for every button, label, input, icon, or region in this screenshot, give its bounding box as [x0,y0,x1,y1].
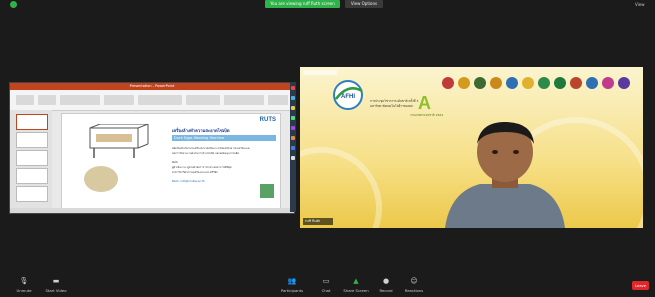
unmute-label: Unmute [16,288,32,293]
start-video-label: Start Video [45,288,67,293]
partner-logo [554,77,566,89]
duck-eggs-photo [84,166,118,192]
view-options-button[interactable]: View Options [345,0,383,8]
partner-logo [602,77,614,89]
partner-logo [474,77,486,89]
ribbon-group [268,95,288,105]
clear-icon[interactable] [291,156,295,160]
start-video-button[interactable]: ▬ Start Video [36,277,76,295]
ribbon-group [60,95,100,105]
reactions-label: Reactions [404,288,424,293]
record-label: Record [379,288,393,293]
partner-logo [522,77,534,89]
slide-body-line: Ruth [172,161,178,164]
partner-logo [570,77,582,89]
partner-logo [586,77,598,89]
reactions-icon: ☺ [410,277,418,285]
partner-logo [538,77,550,89]
afhi-logo-text: AFHI [341,94,355,100]
ribbon-group [38,95,56,105]
university-logo-text: RUTS [259,117,276,123]
slide-body-line: ผู้ดำเนินงาน: ผู้ช่วยศาสตราจารย์ ดร.สมชา… [172,166,232,169]
partner-logo [458,77,470,89]
eraser-icon[interactable] [291,116,295,120]
meeting-top-bar: You are viewing ruff Ruth screen View Op… [0,0,655,9]
ppt-status-bar [10,208,294,213]
slide-title: เครื่องล้างทำความสะอาดไข่เป็ด [172,128,230,133]
view-layout-button[interactable]: View [635,1,649,8]
ribbon-group [138,95,182,105]
partner-logos-strip [442,77,638,91]
partner-logo [618,77,630,89]
participants-label: Participants [280,288,304,293]
washing-machine-illustration [89,124,149,158]
partner-logo [506,77,518,89]
shape-tool-icon[interactable] [291,136,295,140]
ppt-window-title: Presentation - PowerPoint [10,83,294,90]
slide-thumbnail [16,114,48,130]
video-camera-icon: ▬ [52,277,60,285]
highlighter-icon[interactable] [291,96,295,100]
leave-meeting-button[interactable]: Leave [632,281,649,290]
slide-body-line: ลดการใช้แรงงานคนในการล้างไข่เป็ด และลดต้… [172,152,240,155]
partner-logo [490,77,502,89]
participant-name-label: ruff Ruth [303,218,333,225]
ribbon-group [224,95,264,105]
presenter-person [445,122,565,228]
chat-label: Chat [321,288,331,293]
reactions-button[interactable]: ☺ Reactions [394,277,434,295]
slide-subtitle: Duck Eggs Washing Machine [172,135,276,141]
slide-thumbnail [16,132,48,148]
ppt-ribbon [10,90,294,111]
slide-body-line: สาขาวิชาวิศวกรรมเครื่องกล มทร.ศรีวิชัย [172,171,218,174]
slide-thumbnail [16,150,48,166]
ribbon-group [104,95,134,105]
security-shield-icon[interactable] [10,1,17,8]
slide-thumbnail-pane [10,110,52,208]
spotlight-icon[interactable] [291,106,295,110]
slide-body-line: ผลิตภัณฑ์นวัตกรรมเครื่องล้างไข่เป็ดแบบ I… [172,147,251,150]
meeting-controls-bar: 🎙 Unmute ▬ Start Video 👥 Participants ▭ … [0,275,655,297]
slide-thumbnail [16,168,48,184]
video-tile-badge [303,70,337,75]
ribbon-group [186,95,220,105]
undo-icon[interactable] [291,146,295,150]
shared-screen-powerpoint: Presentation - PowerPoint RUTS เครื่องล้… [9,82,295,214]
slide-canvas: RUTS เครื่องล้างทำความสะอาดไข่เป็ด Duck … [61,113,281,209]
speaker-video-tile[interactable]: AFHI การประชุมวิชาการระดับชาติ ครั้งที่ … [300,67,643,228]
event-logo: A [418,93,431,113]
annotation-toolbar [290,82,296,212]
slide-thumbnail [16,186,48,202]
text-tool-icon[interactable] [291,126,295,130]
ribbon-group [16,95,34,105]
pen-icon[interactable] [291,86,295,90]
event-logo-subtext: งานเกษตรแห่งชาติ 2564 [410,113,444,117]
partner-logo [442,77,454,89]
share-screen-label: Share Screen [343,288,369,293]
viewing-share-banner: You are viewing ruff Ruth screen [265,0,340,8]
slide-corner-graphic [260,184,274,198]
